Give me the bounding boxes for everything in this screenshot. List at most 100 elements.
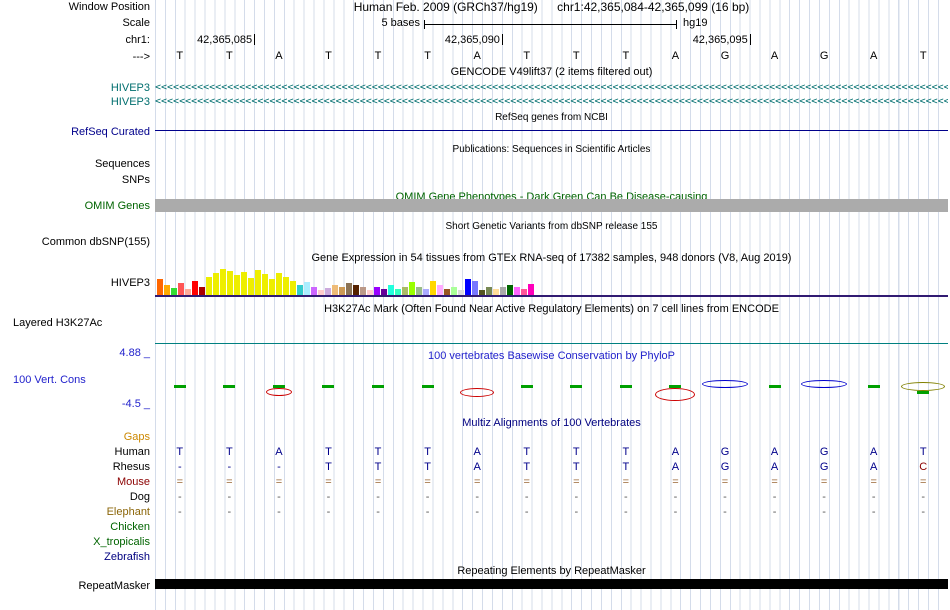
h3k27ac-label[interactable]: Layered H3K27Ac bbox=[13, 317, 102, 330]
alignment-cell: = bbox=[920, 476, 927, 488]
gtex-expression-bar[interactable] bbox=[521, 289, 527, 295]
base-letter: T bbox=[225, 50, 233, 62]
gtex-expression-bar[interactable] bbox=[395, 289, 401, 295]
dbsnp-label[interactable]: Common dbSNP(155) bbox=[42, 236, 150, 249]
gtex-expression-bar[interactable] bbox=[318, 290, 324, 295]
gtex-expression-bar[interactable] bbox=[206, 277, 212, 295]
refseq-curated-label[interactable]: RefSeq Curated bbox=[71, 126, 150, 139]
alignment-cell: = bbox=[473, 476, 481, 488]
publications-snps-label[interactable]: SNPs bbox=[122, 174, 150, 187]
gtex-expression-bar[interactable] bbox=[339, 287, 345, 295]
dbsnp-track-title: Short Genetic Variants from dbSNP releas… bbox=[445, 221, 658, 232]
gtex-expression-bar[interactable] bbox=[423, 289, 429, 295]
gtex-expression-bar[interactable] bbox=[374, 287, 380, 295]
multiz-species-human[interactable]: Human bbox=[115, 446, 150, 458]
gtex-expression-bar[interactable] bbox=[367, 290, 373, 295]
gtex-gene-label[interactable]: HIVEP3 bbox=[111, 277, 150, 290]
multiz-species-chicken[interactable]: Chicken bbox=[110, 521, 150, 533]
gtex-expression-bar[interactable] bbox=[493, 289, 499, 295]
h3k27ac-baseline[interactable] bbox=[155, 343, 948, 344]
refseq-track-title: RefSeq genes from NCBI bbox=[495, 112, 608, 123]
gtex-expression-bar[interactable] bbox=[213, 273, 219, 295]
gtex-expression-bar[interactable] bbox=[458, 290, 464, 295]
gtex-expression-bar[interactable] bbox=[241, 272, 247, 295]
multiz-species-x-tropicalis[interactable]: X_tropicalis bbox=[93, 536, 150, 548]
gtex-expression-bar[interactable] bbox=[255, 270, 261, 295]
gtex-expression-bar[interactable] bbox=[486, 287, 492, 295]
gtex-expression-bar[interactable] bbox=[227, 271, 233, 295]
gtex-expression-bar[interactable] bbox=[269, 279, 275, 295]
base-letter: T bbox=[374, 50, 382, 62]
gene-label-hivep3-1[interactable]: HIVEP3 bbox=[111, 82, 150, 95]
gtex-expression-bar[interactable] bbox=[388, 285, 394, 295]
repeatmasker-bar[interactable] bbox=[155, 579, 948, 589]
gtex-expression-bar[interactable] bbox=[346, 283, 352, 295]
gtex-expression-bar[interactable] bbox=[276, 273, 282, 295]
gtex-expression-bar[interactable] bbox=[311, 287, 317, 295]
gtex-expression-bar[interactable] bbox=[528, 284, 534, 295]
gtex-expression-bar[interactable] bbox=[199, 287, 205, 295]
gtex-expression-bar[interactable] bbox=[157, 279, 163, 295]
phylop-label[interactable]: 100 Vert. Cons bbox=[13, 374, 86, 387]
alignment-cell: - bbox=[574, 491, 579, 503]
gtex-expression-bar[interactable] bbox=[465, 279, 471, 295]
phylop-positive-mark bbox=[223, 385, 236, 388]
alignment-cell: A bbox=[473, 446, 481, 458]
gtex-expression-bar[interactable] bbox=[283, 277, 289, 295]
publications-sequences-label[interactable]: Sequences bbox=[95, 158, 150, 171]
gene-hivep3-2[interactable]: <<<<<<<<<<<<<<<<<<<<<<<<<<<<<<<<<<<<<<<<… bbox=[155, 97, 948, 107]
base-letter: A bbox=[869, 50, 878, 62]
gtex-expression-bar[interactable] bbox=[360, 287, 366, 295]
base-letter: A bbox=[275, 50, 283, 62]
multiz-species-mouse[interactable]: Mouse bbox=[117, 476, 150, 488]
multiz-species-zebrafish[interactable]: Zebrafish bbox=[104, 551, 150, 563]
multiz-species-dog[interactable]: Dog bbox=[130, 491, 150, 503]
gtex-expression-bar[interactable] bbox=[262, 274, 268, 295]
gtex-expression-bar[interactable] bbox=[290, 281, 296, 295]
gtex-expression-bar[interactable] bbox=[171, 288, 177, 295]
gene-hivep3-1[interactable]: <<<<<<<<<<<<<<<<<<<<<<<<<<<<<<<<<<<<<<<<… bbox=[155, 83, 948, 93]
gtex-expression-bar[interactable] bbox=[381, 289, 387, 295]
gtex-expression-bar[interactable] bbox=[220, 269, 226, 295]
gtex-expression-bar[interactable] bbox=[472, 281, 478, 295]
gtex-expression-bar[interactable] bbox=[416, 287, 422, 295]
alignment-cell: = bbox=[275, 476, 283, 488]
base-letter: A bbox=[473, 50, 481, 62]
gtex-expression-bar[interactable] bbox=[192, 281, 198, 295]
gtex-expression-bar[interactable] bbox=[304, 282, 310, 295]
gtex-expression-bar[interactable] bbox=[178, 283, 184, 295]
gtex-expression-bar[interactable] bbox=[500, 287, 506, 295]
multiz-species-gaps[interactable]: Gaps bbox=[124, 431, 150, 443]
omim-genes-label[interactable]: OMIM Genes bbox=[85, 200, 150, 213]
gtex-expression-bar[interactable] bbox=[164, 285, 170, 295]
gtex-expression-bar[interactable] bbox=[234, 275, 240, 295]
gtex-expression-bar[interactable] bbox=[444, 289, 450, 295]
gtex-expression-bar[interactable] bbox=[353, 285, 359, 295]
alignment-cell: - bbox=[277, 491, 281, 503]
gtex-expression-bar[interactable] bbox=[409, 282, 415, 295]
refseq-gene-line[interactable] bbox=[155, 130, 948, 131]
coordinate-label: 42,365,085 bbox=[197, 34, 253, 46]
multiz-species-elephant[interactable]: Elephant bbox=[107, 506, 150, 518]
gtex-expression-bar[interactable] bbox=[514, 287, 520, 295]
chrom-label: chr1: bbox=[125, 34, 150, 46]
alignment-cell: A bbox=[869, 461, 878, 473]
multiz-species-rhesus[interactable]: Rhesus bbox=[113, 461, 150, 473]
gtex-expression-bar[interactable] bbox=[325, 288, 331, 295]
gtex-expression-bar[interactable] bbox=[297, 285, 303, 295]
gtex-expression-bar[interactable] bbox=[507, 285, 513, 295]
gtex-expression-bar[interactable] bbox=[451, 287, 457, 295]
gtex-expression-bar[interactable] bbox=[185, 289, 191, 295]
repeatmasker-label[interactable]: RepeatMasker bbox=[78, 580, 150, 593]
gene-label-hivep3-2[interactable]: HIVEP3 bbox=[111, 96, 150, 109]
gtex-expression-bar[interactable] bbox=[248, 278, 254, 295]
alignment-cell: - bbox=[822, 491, 826, 503]
gtex-expression-bar[interactable] bbox=[479, 290, 485, 295]
gtex-expression-bar[interactable] bbox=[402, 287, 408, 295]
alignment-cell: - bbox=[177, 506, 182, 518]
alignment-cell: - bbox=[624, 506, 628, 518]
gtex-expression-bar[interactable] bbox=[430, 281, 436, 295]
omim-gene-bar[interactable] bbox=[155, 199, 948, 212]
gtex-expression-bar[interactable] bbox=[332, 285, 338, 295]
gtex-expression-bar[interactable] bbox=[437, 285, 443, 295]
